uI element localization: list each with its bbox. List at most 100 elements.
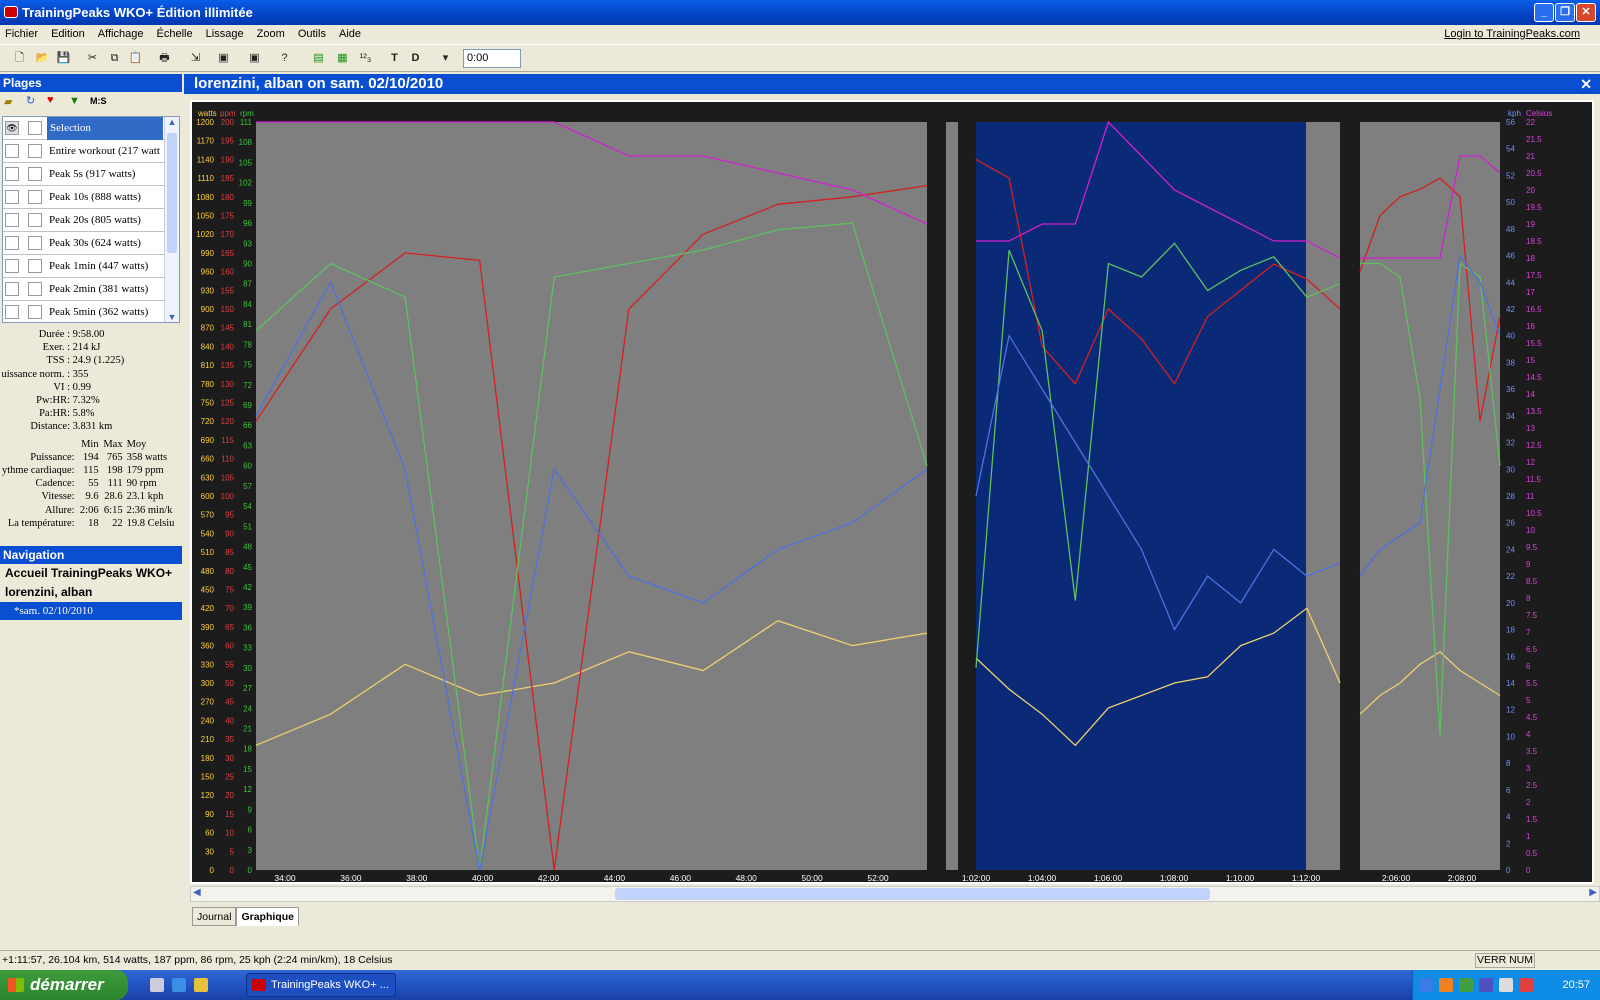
checkbox[interactable] <box>28 167 42 181</box>
restore-button[interactable]: ❐ <box>1555 3 1575 22</box>
paste-icon[interactable]: 📋 <box>126 49 145 68</box>
close-icon[interactable]: ✕ <box>1580 74 1592 94</box>
marker-icon[interactable]: ▼ <box>69 95 80 107</box>
nav-home-link[interactable]: Accueil TrainingPeaks WKO+ <box>0 564 182 583</box>
ms-label[interactable]: M:S <box>90 96 107 106</box>
tray-icon-1[interactable] <box>1439 978 1453 992</box>
heart-icon[interactable]: ♥ <box>47 94 54 106</box>
checkbox[interactable] <box>28 144 42 158</box>
list-item[interactable]: Peak 1min (447 watts) <box>3 255 179 278</box>
menu-aide[interactable]: Aide <box>334 25 366 43</box>
checkbox[interactable] <box>28 213 42 227</box>
list-item[interactable]: 👁 Selection <box>3 117 179 140</box>
tick-label-watts: 390 <box>201 623 215 632</box>
horizontal-scrollbar[interactable]: ◀ ▶ <box>190 886 1600 902</box>
list-item[interactable]: Peak 30s (624 watts) <box>3 232 179 255</box>
chart-icon[interactable]: ▦ <box>333 49 352 68</box>
checkbox[interactable] <box>28 282 42 296</box>
list-item[interactable]: Peak 2min (381 watts) <box>3 278 179 301</box>
tab-graphique[interactable]: Graphique <box>236 907 299 926</box>
scroll-down-icon[interactable]: ▼ <box>165 312 179 322</box>
scroll-up-icon[interactable]: ▲ <box>165 117 179 131</box>
tick-label-celsius: 20.5 <box>1526 169 1542 178</box>
checkbox[interactable] <box>5 259 19 273</box>
login-link[interactable]: Login to TrainingPeaks.com <box>1444 25 1580 43</box>
desktop-icon[interactable] <box>150 978 164 992</box>
menu-echelle[interactable]: Échelle <box>152 25 198 43</box>
tray-arrow-icon[interactable] <box>1419 978 1433 992</box>
menu-zoom[interactable]: Zoom <box>252 25 290 43</box>
list-item[interactable]: Peak 5s (917 watts) <box>3 163 179 186</box>
close-button[interactable]: ✕ <box>1576 3 1596 22</box>
save-icon[interactable]: 💾 <box>54 49 73 68</box>
open-folder-icon[interactable]: 📂 <box>33 49 52 68</box>
title-bar: TrainingPeaks WKO+ Édition illimitée _ ❐… <box>0 0 1600 25</box>
refresh-icon[interactable]: ↻ <box>26 94 35 107</box>
time-axis-icon[interactable]: T <box>385 49 404 68</box>
tray-icon-4[interactable] <box>1499 978 1513 992</box>
checkbox[interactable] <box>28 259 42 273</box>
checkbox[interactable] <box>5 213 19 227</box>
checkbox[interactable] <box>5 167 19 181</box>
folder-icon[interactable]: ▰ <box>4 95 12 108</box>
menu-affichage[interactable]: Affichage <box>93 25 149 43</box>
numbers-icon[interactable]: ¹²₃ <box>356 49 375 68</box>
tick-label-rpm: 15 <box>243 765 252 774</box>
gray-box-icon[interactable]: ▣ <box>214 49 233 68</box>
menu-edition[interactable]: Edition <box>46 25 90 43</box>
tray-icon-3[interactable] <box>1479 978 1493 992</box>
list-item[interactable]: Entire workout (217 watt <box>3 140 179 163</box>
minimize-button[interactable]: _ <box>1534 3 1554 22</box>
tray-icon-5[interactable] <box>1519 978 1533 992</box>
checkbox[interactable] <box>28 236 42 250</box>
list-item[interactable]: Peak 20s (805 watts) <box>3 209 179 232</box>
tick-label-ppm: 25 <box>225 773 234 782</box>
dropdown-icon[interactable]: ▾ <box>436 49 455 68</box>
scroll-thumb[interactable] <box>167 133 177 253</box>
nav-workout-item[interactable]: *sam. 02/10/2010 <box>0 602 182 620</box>
scroll-left-icon[interactable]: ◀ <box>193 887 201 898</box>
help-icon[interactable]: ? <box>275 49 294 68</box>
menu-outils[interactable]: Outils <box>293 25 331 43</box>
eye-icon[interactable]: 👁 <box>5 121 19 135</box>
explorer-icon[interactable] <box>194 978 208 992</box>
tick-label-celsius: 15.5 <box>1526 339 1542 348</box>
checkbox[interactable] <box>5 282 19 296</box>
cut-icon[interactable]: ✂ <box>83 49 102 68</box>
print-icon[interactable]: 🖶 <box>155 49 174 68</box>
tick-label-watts: 1170 <box>197 137 215 146</box>
axis-unit-label: rpm <box>240 109 254 118</box>
distance-axis-icon[interactable]: D <box>406 49 425 68</box>
gray-box-icon-2[interactable]: ▣ <box>245 49 264 68</box>
tick-label-watts: 930 <box>201 286 215 295</box>
tray-icon-2[interactable] <box>1459 978 1473 992</box>
checkbox[interactable] <box>5 236 19 250</box>
checkbox[interactable] <box>5 144 19 158</box>
graph-icon[interactable]: ▤ <box>309 49 328 68</box>
list-item[interactable]: Peak 10s (888 watts) <box>3 186 179 209</box>
copy-icon[interactable]: ⧉ <box>105 49 124 68</box>
time-input[interactable]: 0:00 <box>463 49 521 68</box>
scroll-right-icon[interactable]: ▶ <box>1589 887 1597 898</box>
checkbox[interactable] <box>28 305 42 319</box>
tick-label-watts: 870 <box>201 324 215 333</box>
new-file-icon[interactable]: 🗋 <box>10 49 29 68</box>
workout-chart[interactable]: watts ppm rpm kph Celsius0306090120150180210… <box>190 100 1594 884</box>
nav-athlete[interactable]: lorenzini, alban <box>0 583 182 602</box>
scroll-thumb[interactable] <box>615 888 1210 900</box>
tick-label-watts: 750 <box>201 399 215 408</box>
checkbox[interactable] <box>5 190 19 204</box>
taskbar-app-button[interactable]: TrainingPeaks WKO+ ... <box>246 973 396 997</box>
browser-icon[interactable] <box>172 978 186 992</box>
tick-label-kph: 26 <box>1506 519 1515 528</box>
menu-fichier[interactable]: Fichier <box>0 25 43 43</box>
export-icon[interactable]: ⇲ <box>186 49 205 68</box>
plages-scrollbar[interactable]: ▲ ▼ <box>164 117 179 322</box>
checkbox[interactable] <box>28 121 42 135</box>
checkbox[interactable] <box>5 305 19 319</box>
menu-lissage[interactable]: Lissage <box>201 25 249 43</box>
checkbox[interactable] <box>28 190 42 204</box>
list-item[interactable]: Peak 5min (362 watts) <box>3 301 179 322</box>
tab-journal[interactable]: Journal <box>192 907 237 926</box>
start-button[interactable]: démarrer <box>0 970 128 1000</box>
